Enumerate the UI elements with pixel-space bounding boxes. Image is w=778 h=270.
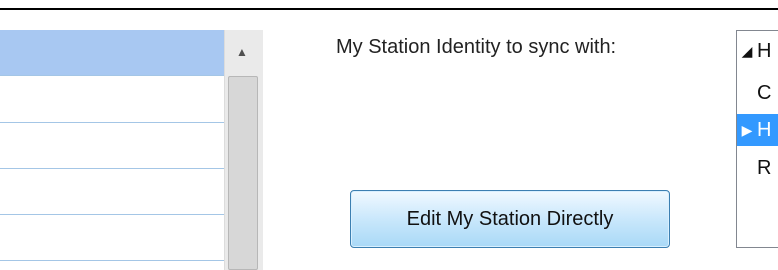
tree-item-label: C <box>757 81 772 104</box>
tree-item-label: H <box>757 118 772 141</box>
tree-expanded-icon[interactable]: ◢ <box>737 43 757 60</box>
list-row-divider <box>0 122 224 123</box>
station-list[interactable]: ▲ <box>0 30 263 270</box>
tree-item[interactable]: R <box>737 152 778 184</box>
sync-identity-label: My Station Identity to sync with: <box>336 36 617 58</box>
edit-station-button-label: Edit My Station Directly <box>406 207 614 230</box>
list-row-divider <box>0 168 224 169</box>
window-top-border <box>0 8 778 10</box>
chevron-up-icon: ▲ <box>236 45 248 59</box>
scroll-up-button[interactable]: ▲ <box>226 32 258 72</box>
edit-station-button[interactable]: Edit My Station Directly <box>350 190 670 248</box>
list-item-selected[interactable] <box>0 30 224 75</box>
tree-item[interactable]: ◢ H <box>737 35 778 67</box>
list-row-divider <box>0 214 224 215</box>
list-area <box>0 30 224 270</box>
list-row-divider <box>0 260 224 261</box>
tree-item-selected[interactable]: ▶ H <box>737 114 778 146</box>
tree-item-label: R <box>757 156 772 179</box>
tree-item[interactable]: C <box>737 77 778 109</box>
tree-item-label: H <box>757 39 772 62</box>
scrollbar-thumb[interactable] <box>228 76 258 270</box>
station-identity-tree[interactable]: ◢ H C ▶ H R <box>736 30 778 248</box>
tree-collapsed-icon[interactable]: ▶ <box>737 122 757 139</box>
list-row-divider <box>0 75 224 76</box>
